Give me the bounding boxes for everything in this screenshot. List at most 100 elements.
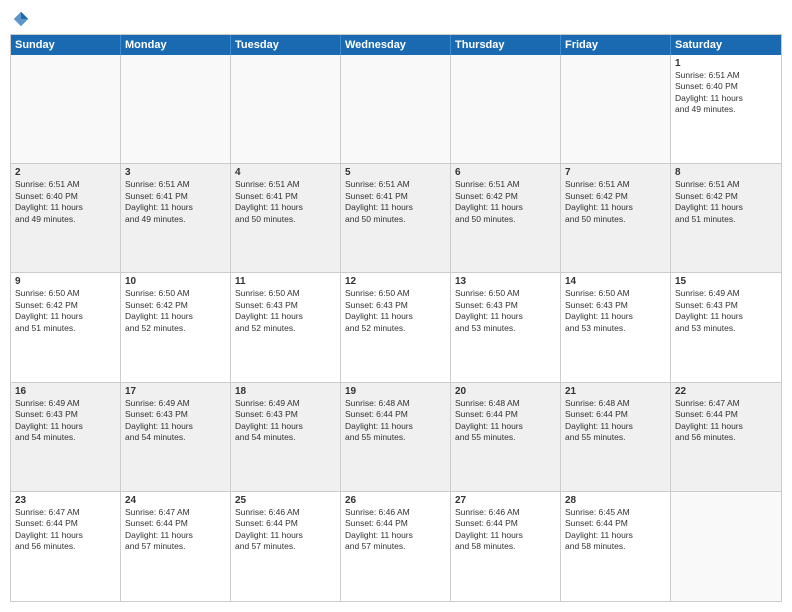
cell-info: Sunrise: 6:51 AM Sunset: 6:42 PM Dayligh… — [565, 179, 666, 225]
calendar: SundayMondayTuesdayWednesdayThursdayFrid… — [10, 34, 782, 602]
calendar-cell-1-5: 7Sunrise: 6:51 AM Sunset: 6:42 PM Daylig… — [561, 164, 671, 272]
calendar-cell-2-2: 11Sunrise: 6:50 AM Sunset: 6:43 PM Dayli… — [231, 273, 341, 381]
day-number: 6 — [455, 167, 556, 178]
header-cell-friday: Friday — [561, 35, 671, 55]
calendar-body: 1Sunrise: 6:51 AM Sunset: 6:40 PM Daylig… — [11, 55, 781, 601]
day-number: 28 — [565, 495, 666, 506]
calendar-header: SundayMondayTuesdayWednesdayThursdayFrid… — [11, 35, 781, 55]
cell-info: Sunrise: 6:51 AM Sunset: 6:41 PM Dayligh… — [125, 179, 226, 225]
header-cell-thursday: Thursday — [451, 35, 561, 55]
calendar-cell-2-6: 15Sunrise: 6:49 AM Sunset: 6:43 PM Dayli… — [671, 273, 781, 381]
calendar-cell-1-1: 3Sunrise: 6:51 AM Sunset: 6:41 PM Daylig… — [121, 164, 231, 272]
cell-info: Sunrise: 6:46 AM Sunset: 6:44 PM Dayligh… — [345, 507, 446, 553]
calendar-cell-4-6 — [671, 492, 781, 601]
calendar-cell-3-2: 18Sunrise: 6:49 AM Sunset: 6:43 PM Dayli… — [231, 383, 341, 491]
day-number: 7 — [565, 167, 666, 178]
cell-info: Sunrise: 6:49 AM Sunset: 6:43 PM Dayligh… — [235, 398, 336, 444]
cell-info: Sunrise: 6:47 AM Sunset: 6:44 PM Dayligh… — [125, 507, 226, 553]
day-number: 3 — [125, 167, 226, 178]
cell-info: Sunrise: 6:51 AM Sunset: 6:41 PM Dayligh… — [345, 179, 446, 225]
cell-info: Sunrise: 6:51 AM Sunset: 6:40 PM Dayligh… — [15, 179, 116, 225]
header-cell-sunday: Sunday — [11, 35, 121, 55]
page: SundayMondayTuesdayWednesdayThursdayFrid… — [0, 0, 792, 612]
calendar-row-3: 16Sunrise: 6:49 AM Sunset: 6:43 PM Dayli… — [11, 383, 781, 492]
day-number: 11 — [235, 276, 336, 287]
day-number: 24 — [125, 495, 226, 506]
calendar-cell-1-2: 4Sunrise: 6:51 AM Sunset: 6:41 PM Daylig… — [231, 164, 341, 272]
day-number: 2 — [15, 167, 116, 178]
calendar-cell-1-0: 2Sunrise: 6:51 AM Sunset: 6:40 PM Daylig… — [11, 164, 121, 272]
day-number: 13 — [455, 276, 556, 287]
day-number: 17 — [125, 386, 226, 397]
calendar-cell-2-5: 14Sunrise: 6:50 AM Sunset: 6:43 PM Dayli… — [561, 273, 671, 381]
cell-info: Sunrise: 6:49 AM Sunset: 6:43 PM Dayligh… — [675, 288, 777, 334]
cell-info: Sunrise: 6:49 AM Sunset: 6:43 PM Dayligh… — [125, 398, 226, 444]
calendar-cell-4-5: 28Sunrise: 6:45 AM Sunset: 6:44 PM Dayli… — [561, 492, 671, 601]
cell-info: Sunrise: 6:51 AM Sunset: 6:41 PM Dayligh… — [235, 179, 336, 225]
header-cell-wednesday: Wednesday — [341, 35, 451, 55]
calendar-row-0: 1Sunrise: 6:51 AM Sunset: 6:40 PM Daylig… — [11, 55, 781, 164]
calendar-cell-0-3 — [341, 55, 451, 163]
calendar-cell-0-1 — [121, 55, 231, 163]
calendar-cell-1-4: 6Sunrise: 6:51 AM Sunset: 6:42 PM Daylig… — [451, 164, 561, 272]
cell-info: Sunrise: 6:51 AM Sunset: 6:42 PM Dayligh… — [675, 179, 777, 225]
cell-info: Sunrise: 6:50 AM Sunset: 6:42 PM Dayligh… — [125, 288, 226, 334]
cell-info: Sunrise: 6:46 AM Sunset: 6:44 PM Dayligh… — [455, 507, 556, 553]
calendar-cell-4-0: 23Sunrise: 6:47 AM Sunset: 6:44 PM Dayli… — [11, 492, 121, 601]
calendar-row-2: 9Sunrise: 6:50 AM Sunset: 6:42 PM Daylig… — [11, 273, 781, 382]
day-number: 10 — [125, 276, 226, 287]
calendar-cell-0-0 — [11, 55, 121, 163]
day-number: 16 — [15, 386, 116, 397]
calendar-cell-2-1: 10Sunrise: 6:50 AM Sunset: 6:42 PM Dayli… — [121, 273, 231, 381]
cell-info: Sunrise: 6:50 AM Sunset: 6:43 PM Dayligh… — [565, 288, 666, 334]
cell-info: Sunrise: 6:47 AM Sunset: 6:44 PM Dayligh… — [15, 507, 116, 553]
day-number: 23 — [15, 495, 116, 506]
cell-info: Sunrise: 6:50 AM Sunset: 6:43 PM Dayligh… — [455, 288, 556, 334]
logo-icon — [12, 10, 30, 28]
cell-info: Sunrise: 6:48 AM Sunset: 6:44 PM Dayligh… — [565, 398, 666, 444]
cell-info: Sunrise: 6:51 AM Sunset: 6:40 PM Dayligh… — [675, 70, 777, 116]
calendar-cell-3-3: 19Sunrise: 6:48 AM Sunset: 6:44 PM Dayli… — [341, 383, 451, 491]
day-number: 20 — [455, 386, 556, 397]
day-number: 15 — [675, 276, 777, 287]
calendar-cell-3-5: 21Sunrise: 6:48 AM Sunset: 6:44 PM Dayli… — [561, 383, 671, 491]
day-number: 21 — [565, 386, 666, 397]
calendar-cell-0-5 — [561, 55, 671, 163]
cell-info: Sunrise: 6:49 AM Sunset: 6:43 PM Dayligh… — [15, 398, 116, 444]
calendar-cell-3-6: 22Sunrise: 6:47 AM Sunset: 6:44 PM Dayli… — [671, 383, 781, 491]
day-number: 8 — [675, 167, 777, 178]
header-cell-tuesday: Tuesday — [231, 35, 341, 55]
day-number: 22 — [675, 386, 777, 397]
cell-info: Sunrise: 6:51 AM Sunset: 6:42 PM Dayligh… — [455, 179, 556, 225]
calendar-cell-2-3: 12Sunrise: 6:50 AM Sunset: 6:43 PM Dayli… — [341, 273, 451, 381]
header-cell-saturday: Saturday — [671, 35, 781, 55]
day-number: 19 — [345, 386, 446, 397]
day-number: 25 — [235, 495, 336, 506]
day-number: 12 — [345, 276, 446, 287]
calendar-cell-2-0: 9Sunrise: 6:50 AM Sunset: 6:42 PM Daylig… — [11, 273, 121, 381]
calendar-cell-4-1: 24Sunrise: 6:47 AM Sunset: 6:44 PM Dayli… — [121, 492, 231, 601]
calendar-row-1: 2Sunrise: 6:51 AM Sunset: 6:40 PM Daylig… — [11, 164, 781, 273]
calendar-cell-4-4: 27Sunrise: 6:46 AM Sunset: 6:44 PM Dayli… — [451, 492, 561, 601]
calendar-cell-2-4: 13Sunrise: 6:50 AM Sunset: 6:43 PM Dayli… — [451, 273, 561, 381]
calendar-cell-0-4 — [451, 55, 561, 163]
logo — [10, 10, 30, 28]
calendar-cell-0-6: 1Sunrise: 6:51 AM Sunset: 6:40 PM Daylig… — [671, 55, 781, 163]
cell-info: Sunrise: 6:50 AM Sunset: 6:43 PM Dayligh… — [235, 288, 336, 334]
calendar-row-4: 23Sunrise: 6:47 AM Sunset: 6:44 PM Dayli… — [11, 492, 781, 601]
day-number: 4 — [235, 167, 336, 178]
calendar-cell-3-1: 17Sunrise: 6:49 AM Sunset: 6:43 PM Dayli… — [121, 383, 231, 491]
day-number: 5 — [345, 167, 446, 178]
header-cell-monday: Monday — [121, 35, 231, 55]
calendar-cell-4-3: 26Sunrise: 6:46 AM Sunset: 6:44 PM Dayli… — [341, 492, 451, 601]
calendar-cell-1-6: 8Sunrise: 6:51 AM Sunset: 6:42 PM Daylig… — [671, 164, 781, 272]
day-number: 9 — [15, 276, 116, 287]
day-number: 18 — [235, 386, 336, 397]
day-number: 1 — [675, 58, 777, 69]
day-number: 14 — [565, 276, 666, 287]
calendar-cell-3-4: 20Sunrise: 6:48 AM Sunset: 6:44 PM Dayli… — [451, 383, 561, 491]
cell-info: Sunrise: 6:50 AM Sunset: 6:43 PM Dayligh… — [345, 288, 446, 334]
cell-info: Sunrise: 6:50 AM Sunset: 6:42 PM Dayligh… — [15, 288, 116, 334]
cell-info: Sunrise: 6:48 AM Sunset: 6:44 PM Dayligh… — [455, 398, 556, 444]
header — [10, 10, 782, 28]
